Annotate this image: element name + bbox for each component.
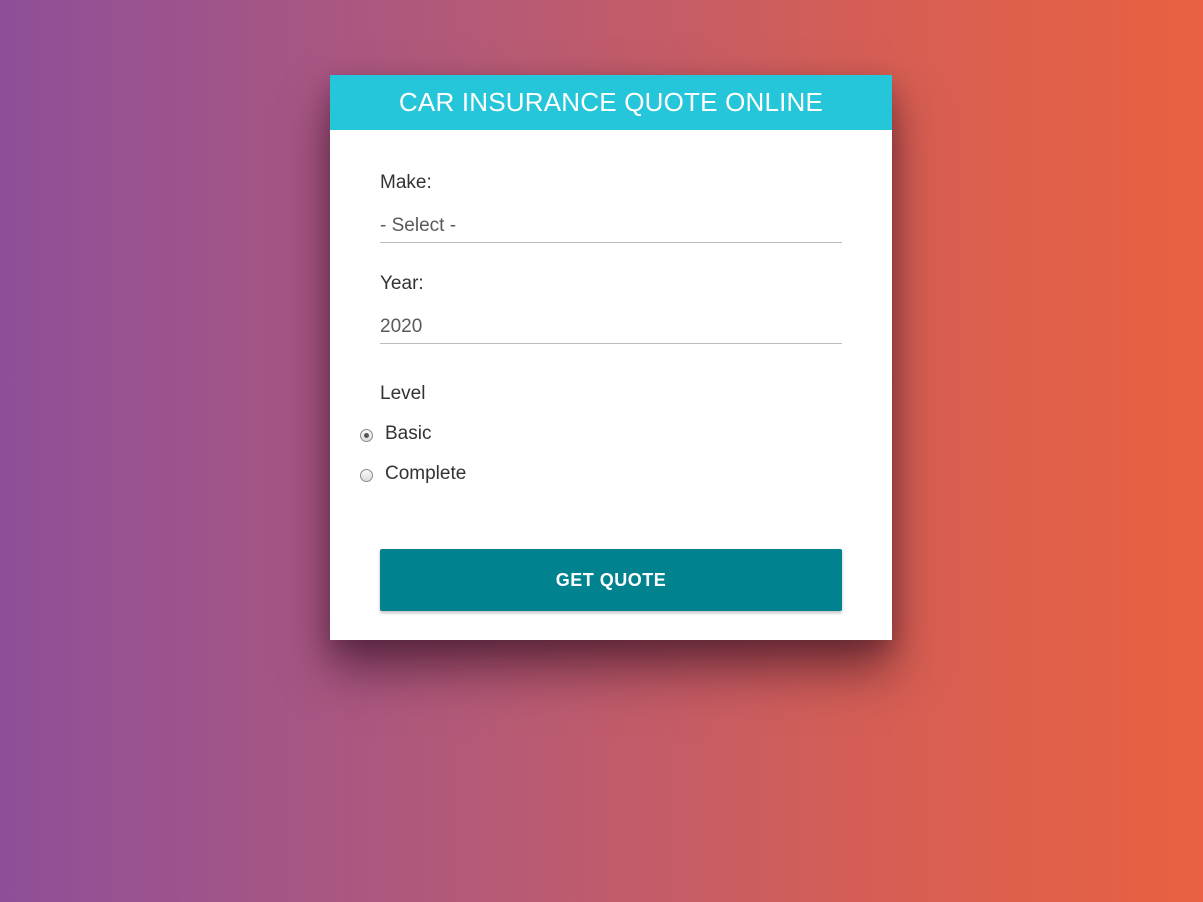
year-label: Year: <box>380 273 424 294</box>
radio-complete-label: Complete <box>385 463 467 484</box>
radio-basic[interactable] <box>360 429 373 442</box>
level-option-complete[interactable]: Complete <box>360 463 466 485</box>
level-label: Level <box>380 383 426 404</box>
card-title: CAR INSURANCE QUOTE ONLINE <box>330 75 892 130</box>
quote-form: Make: - Select - Year: 2020 Level Basic … <box>330 130 892 640</box>
radio-complete[interactable] <box>360 469 373 482</box>
level-option-basic[interactable]: Basic <box>360 423 431 445</box>
make-select[interactable]: - Select - <box>380 209 842 243</box>
radio-basic-label: Basic <box>385 423 432 444</box>
get-quote-button[interactable]: GET QUOTE <box>380 549 842 611</box>
quote-card: CAR INSURANCE QUOTE ONLINE Make: - Selec… <box>330 75 892 640</box>
year-select[interactable]: 2020 <box>380 310 842 344</box>
make-label: Make: <box>380 172 432 193</box>
